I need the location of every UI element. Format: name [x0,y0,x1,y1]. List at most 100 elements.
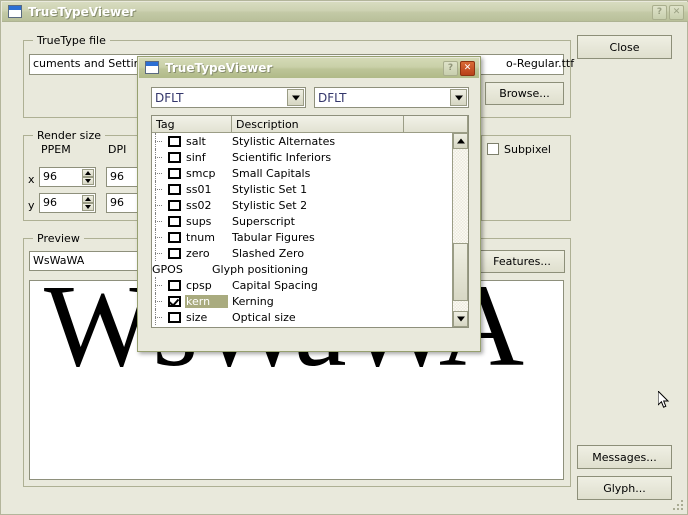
tree-branch-icon [152,293,168,309]
feature-tag: smcp [186,166,216,180]
feature-description: Stylistic Set 2 [232,198,308,212]
feature-tag: size [186,310,208,324]
feature-description: Small Capitals [232,166,311,180]
feature-checkbox[interactable] [168,183,181,195]
y-ppem-stepper[interactable] [82,195,94,211]
subpixel-checkbox[interactable] [487,143,499,155]
table-row[interactable]: sinf Scientific Inferiors [152,149,452,165]
x-row-label: x [28,173,35,186]
x-ppem-stepper[interactable] [82,169,94,185]
scroll-down-arrow-icon[interactable] [453,311,468,327]
window-title: TrueTypeViewer [28,5,136,19]
titlebar-buttons: ? ✕ [652,5,684,20]
tree-branch-icon [152,197,168,213]
feature-checkbox[interactable] [168,311,181,323]
font-path-value: cuments and Settin [33,57,141,70]
window-icon [145,61,159,74]
stepper-down-icon[interactable] [82,203,94,211]
feature-checkbox[interactable] [168,231,181,243]
feature-checkbox[interactable] [168,295,181,307]
feature-description: Capital Spacing [232,278,318,292]
features-listbox[interactable]: Tag Description salt Stylistic Alternates… [151,115,469,328]
listbox-rows[interactable]: salt Stylistic Alternates sinf Scientific I… [152,133,452,327]
chevron-down-icon[interactable] [287,89,304,106]
glyph-button[interactable]: Glyph... [577,476,672,500]
help-button[interactable]: ? [652,5,667,20]
browse-button-label: Browse... [499,87,550,100]
stepper-up-icon[interactable] [82,169,94,177]
column-header-spacer [404,116,468,132]
stepper-up-icon[interactable] [82,195,94,203]
browse-button[interactable]: Browse... [485,82,564,105]
scrollbar-thumb[interactable] [453,243,468,301]
truetype-file-group-label: TrueType file [33,34,110,47]
feature-description: Kerning [232,294,274,308]
features-button[interactable]: Features... [479,250,565,273]
y-ppem-input[interactable]: 96 [39,193,96,213]
table-row[interactable]: GPOS Glyph positioning [152,261,452,277]
feature-checkbox[interactable] [168,215,181,227]
table-row[interactable]: tnum Tabular Figures [152,229,452,245]
feature-checkbox[interactable] [168,247,181,259]
feature-tag: cpsp [186,278,212,292]
help-button[interactable]: ? [443,61,458,76]
close-button[interactable]: Close [577,35,672,59]
feature-checkbox[interactable] [168,135,181,147]
preview-group-label: Preview [33,232,84,245]
main-titlebar[interactable]: TrueTypeViewer ? ✕ [2,2,688,22]
close-icon[interactable]: ✕ [669,5,684,20]
table-row[interactable]: cpsp Capital Spacing [152,277,452,293]
feature-tag: tnum [186,230,215,244]
main-window: TrueTypeViewer ? ✕ TrueType file cuments… [0,0,688,515]
render-size-group-label: Render size [33,129,105,142]
feature-description: Optical size [232,310,296,324]
tree-branch-icon [152,229,168,245]
table-row[interactable]: kern Kerning [152,293,452,309]
glyph-button-label: Glyph... [603,481,646,495]
feature-description: Glyph positioning [212,262,309,276]
feature-description: Superscript [232,214,295,228]
ppem-column-label: PPEM [41,143,71,156]
feature-checkbox[interactable] [168,279,181,291]
tree-branch-icon [152,245,168,261]
tree-branch-icon [152,149,168,165]
feature-checkbox[interactable] [168,151,181,163]
table-row[interactable]: ss01 Stylistic Set 1 [152,181,452,197]
tree-branch-icon [152,133,168,149]
chevron-down-icon[interactable] [450,89,467,106]
column-header-description[interactable]: Description [232,116,404,132]
y-row-label: y [28,199,35,212]
messages-button-label: Messages... [592,450,657,464]
tree-branch-icon [152,181,168,197]
table-row[interactable]: smcp Small Capitals [152,165,452,181]
features-button-label: Features... [493,255,551,268]
table-row[interactable]: sups Superscript [152,213,452,229]
x-ppem-input[interactable]: 96 [39,167,96,187]
feature-checkbox[interactable] [168,167,181,179]
feature-checkbox[interactable] [168,199,181,211]
dialog-title: TrueTypeViewer [165,61,273,75]
stepper-down-icon[interactable] [82,177,94,185]
dialog-titlebar-buttons: ? ✕ [443,61,475,76]
language-combobox-value: DFLT [318,91,347,105]
messages-button[interactable]: Messages... [577,445,672,469]
dialog-titlebar[interactable]: TrueTypeViewer ? ✕ [139,58,479,78]
x-dpi-value: 96 [110,170,124,183]
close-icon[interactable]: ✕ [460,61,475,76]
table-row[interactable]: zero Slashed Zero [152,245,452,261]
font-path-tail: o-Regular.ttf [506,57,575,70]
table-row[interactable]: ss02 Stylistic Set 2 [152,197,452,213]
tree-branch-icon [152,277,168,293]
table-row[interactable]: size Optical size [152,309,452,325]
script-combobox[interactable]: DFLT [151,87,306,108]
feature-tag: zero [186,246,210,260]
vertical-scrollbar[interactable] [452,133,468,327]
resize-grip[interactable] [671,498,685,512]
table-row[interactable]: salt Stylistic Alternates [152,133,452,149]
column-header-tag[interactable]: Tag [152,116,232,132]
feature-description: Slashed Zero [232,246,305,260]
scroll-up-arrow-icon[interactable] [453,133,468,149]
feature-description: Stylistic Alternates [232,134,336,148]
tree-branch-icon [152,309,168,325]
language-combobox[interactable]: DFLT [314,87,469,108]
